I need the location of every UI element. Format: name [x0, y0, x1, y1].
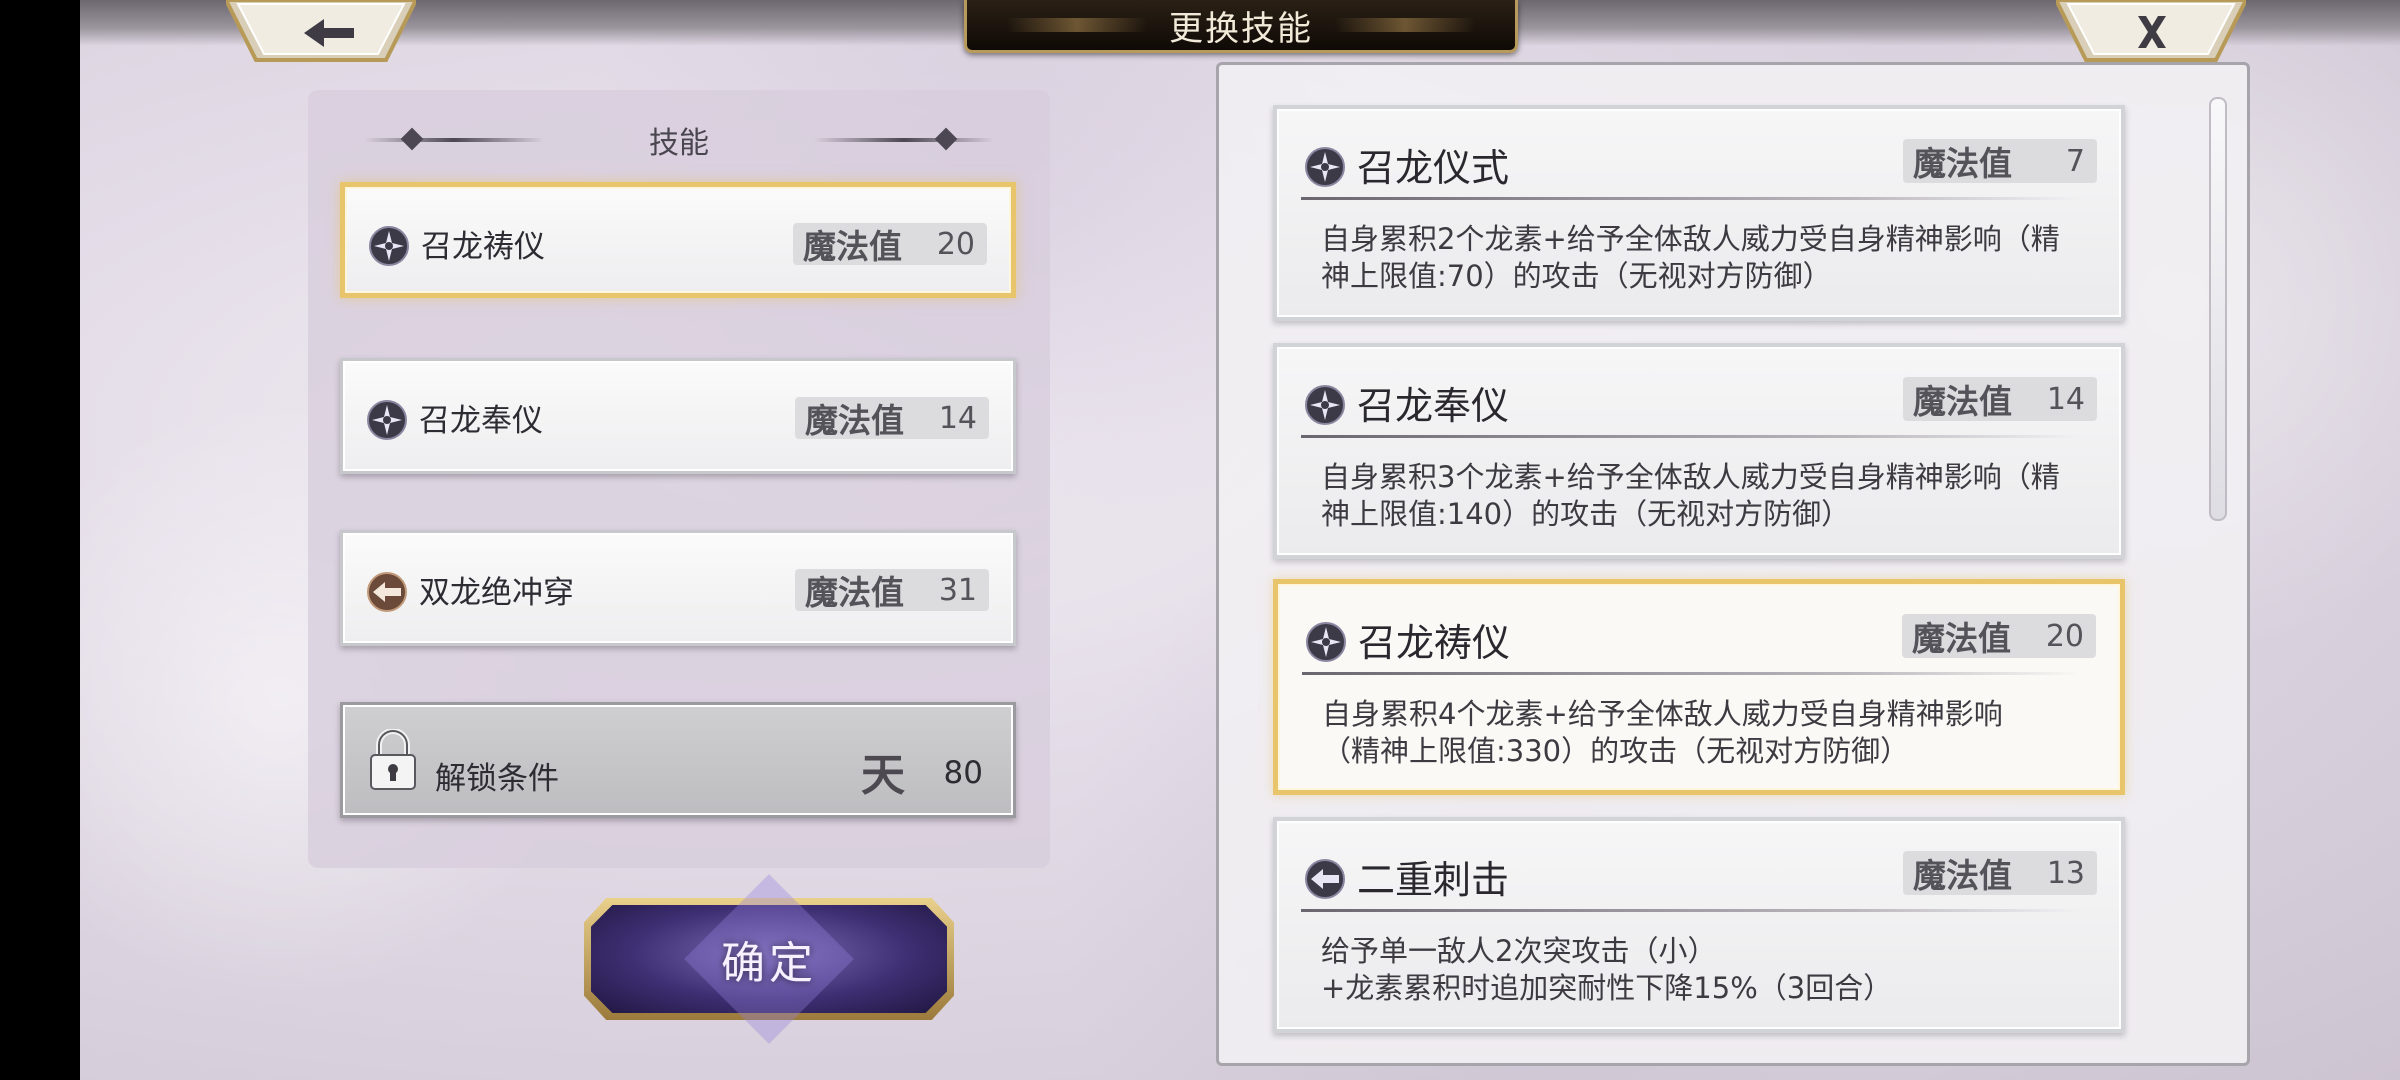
description-line: +龙素累积时追加突耐性下降15%（3回合） [1321, 971, 1893, 1005]
star-rune-icon [1305, 385, 1345, 425]
mp-label: 魔法值 [1913, 856, 2012, 895]
equipped-skills-panel: 技能 召龙祷仪 魔法值 20 召龙奉仪 魔法值 14 双龙绝冲穿 魔法值 31 … [308, 90, 1050, 868]
skill-name: 召龙奉仪 [1357, 384, 1510, 428]
mp-value: 14 [938, 400, 977, 436]
mp-badge: 魔法值 14 [1903, 377, 2097, 421]
skill-slot-2[interactable]: 召龙奉仪 魔法值 14 [340, 358, 1016, 474]
description-line: 给予单一敌人2次突攻击（小） [1321, 934, 1717, 968]
page-title: 更换技能 [1169, 8, 1313, 49]
lock-icon [370, 729, 416, 790]
divider [1301, 197, 2081, 200]
mp-value: 14 [2046, 381, 2085, 417]
panel-title: 技能 [649, 126, 709, 161]
star-rune-icon [367, 400, 407, 440]
confirm-label: 确定 [721, 938, 817, 989]
unlock-value: 80 [943, 755, 983, 791]
mp-label: 魔法值 [1913, 382, 2012, 421]
header-ornament-left [364, 138, 544, 142]
scrollbar-thumb[interactable] [2209, 97, 2227, 521]
mp-label: 魔法值 [805, 573, 904, 612]
rank-glyph: 天 [861, 750, 905, 801]
skill-list-panel: 召龙仪式 魔法值 7 自身累积2个龙素+给予全体敌人威力受自身精神影响（精神上限… [1216, 62, 2250, 1066]
mp-badge: 魔法值 31 [795, 569, 989, 612]
mp-value: 31 [938, 572, 977, 608]
skill-description: 自身累积2个龙素+给予全体敌人威力受自身精神影响（精神上限值:70）的攻击（无视… [1321, 222, 2060, 293]
divider [1302, 672, 2080, 675]
mp-label: 魔法值 [803, 227, 902, 266]
skill-card[interactable]: 召龙奉仪 魔法值 14 自身累积3个龙素+给予全体敌人威力受自身精神影响（精神上… [1273, 343, 2125, 559]
unlock-condition-label: 解锁条件 [435, 761, 559, 797]
mp-badge: 魔法值 13 [1903, 851, 2097, 895]
close-icon [2053, 0, 2249, 62]
skill-name: 二重刺击 [1357, 858, 1510, 902]
title-plate: 更换技能 [964, 0, 1518, 53]
skill-name: 双龙绝冲穿 [419, 575, 574, 611]
mp-badge: 魔法值 20 [1902, 614, 2096, 658]
mp-value: 13 [2046, 855, 2085, 891]
mp-label: 魔法值 [1912, 619, 2011, 658]
title-ornament-left [1007, 18, 1147, 32]
back-button[interactable] [223, 0, 419, 66]
mp-value: 7 [2065, 143, 2085, 179]
title-ornament-right [1335, 18, 1475, 32]
confirm-button[interactable]: 确定 [584, 874, 954, 1044]
divider [1301, 909, 2081, 912]
mp-badge: 魔法值 7 [1903, 139, 2097, 183]
skill-description: 自身累积4个龙素+给予全体敌人威力受自身精神影响（精神上限值:330）的攻击（无… [1322, 697, 2003, 768]
locked-skill-slot: 解锁条件 天 80 [340, 702, 1016, 818]
header-ornament-right [814, 138, 994, 142]
skill-name: 召龙仪式 [1357, 146, 1510, 190]
star-rune-icon [1306, 622, 1346, 662]
skill-slot-1[interactable]: 召龙祷仪 魔法值 20 [340, 182, 1016, 298]
mp-value: 20 [936, 226, 975, 262]
skill-card[interactable]: 召龙祷仪 魔法值 20 自身累积4个龙素+给予全体敌人威力受自身精神影响（精神上… [1273, 579, 2125, 795]
skill-name: 召龙祷仪 [1358, 621, 1511, 665]
mp-badge: 魔法值 20 [793, 223, 987, 266]
star-rune-icon [369, 226, 409, 266]
divider [1301, 435, 2081, 438]
mp-label: 魔法值 [805, 401, 904, 440]
mp-badge: 魔法值 14 [795, 397, 989, 440]
panel-header: 技能 [308, 118, 1050, 162]
star-rune-icon [1305, 147, 1345, 187]
back-arrow-icon [223, 0, 419, 62]
skill-card[interactable]: 召龙仪式 魔法值 7 自身累积2个龙素+给予全体敌人威力受自身精神影响（精神上限… [1273, 105, 2125, 321]
mp-value: 20 [2045, 618, 2084, 654]
skill-name: 召龙奉仪 [419, 403, 543, 439]
mp-label: 魔法值 [1913, 144, 2012, 183]
skill-description: 自身累积3个龙素+给予全体敌人威力受自身精神影响（精神上限值:140）的攻击（无… [1321, 460, 2060, 531]
skill-name: 召龙祷仪 [421, 229, 545, 265]
skill-slot-3[interactable]: 双龙绝冲穿 魔法值 31 [340, 530, 1016, 646]
game-background: 更换技能 技能 召龙祷仪 魔法值 20 召龙奉仪 魔法值 14 双龙绝冲穿 魔法… [80, 0, 2400, 1080]
skill-description: 给予单一敌人2次突攻击（小） +龙素累积时追加突耐性下降15%（3回合） [1321, 933, 2061, 1007]
pierce-arrow-icon [1305, 859, 1345, 899]
close-button[interactable] [2053, 0, 2249, 66]
skill-card[interactable]: 二重刺击 魔法值 13 给予单一敌人2次突攻击（小） +龙素累积时追加突耐性下降… [1273, 817, 2125, 1033]
pierce-arrow-icon [367, 572, 407, 612]
